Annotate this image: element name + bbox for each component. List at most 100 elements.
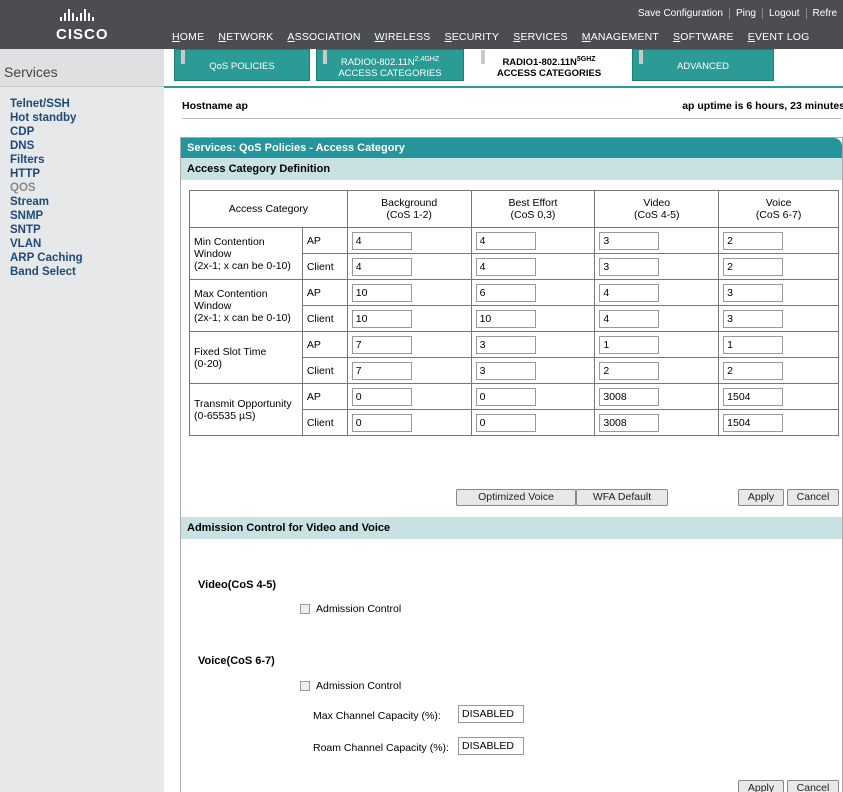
admission-apply-button[interactable]: Apply — [738, 780, 784, 792]
sidebar-item-vlan[interactable]: VLAN — [10, 237, 83, 251]
sidebar-item-stream[interactable]: Stream — [10, 195, 83, 209]
sidebar-item-hot-standby[interactable]: Hot standby — [10, 111, 83, 125]
min-cw-client-video-input[interactable] — [599, 257, 660, 276]
tab-notch — [639, 50, 643, 64]
roam-channel-capacity-input[interactable] — [458, 737, 524, 755]
sidebar-item-http[interactable]: HTTP — [10, 167, 83, 181]
cisco-logo: CISCO — [0, 0, 170, 49]
nav-home[interactable]: HOME — [172, 31, 204, 43]
nav-security[interactable]: SECURITY — [445, 31, 500, 43]
table-header-row: Access Category Background (CoS 1-2) Best… — [189, 190, 839, 228]
sidebar-item-dns[interactable]: DNS — [10, 139, 83, 153]
max-cw-client-voice-input[interactable] — [723, 309, 784, 328]
max-cw-ap-video-input[interactable] — [599, 283, 660, 302]
slot-client-voice-input[interactable] — [723, 361, 784, 380]
max-cw-client-video-input[interactable] — [599, 309, 660, 328]
sidebar-item-band-select[interactable]: Band Select — [10, 265, 83, 279]
min-cw-client-voice-input[interactable] — [723, 257, 784, 276]
min-cw-ap-background-input[interactable] — [351, 231, 412, 250]
nav-network[interactable]: NETWORK — [218, 31, 273, 43]
optimized-voice-button[interactable]: Optimized Voice — [456, 489, 576, 506]
sidebar-item-cdp[interactable]: CDP — [10, 125, 83, 139]
voice-admission-checkbox[interactable] — [300, 681, 310, 691]
txop-ap-voice-input[interactable] — [723, 387, 784, 406]
slot-ap-background-input[interactable] — [351, 335, 412, 354]
min-cw-ap-voice-input[interactable] — [723, 231, 784, 250]
admission-section-title: Admission Control for Video and Voice — [181, 517, 842, 539]
row-ap-label: AP — [301, 279, 348, 306]
max-channel-capacity-label: Max Channel Capacity (%): — [313, 710, 441, 722]
min-cw-ap-best-effort-input[interactable] — [475, 231, 536, 250]
txop-ap-best-effort-input[interactable] — [475, 387, 536, 406]
max-cw-ap-best-effort-input[interactable] — [475, 283, 536, 302]
sidebar-item-telnet-ssh[interactable]: Telnet/SSH — [10, 97, 83, 111]
max-cw-client-best-effort-input[interactable] — [475, 309, 536, 328]
sidebar-item-filters[interactable]: Filters — [10, 153, 83, 167]
txop-client-best-effort-input[interactable] — [475, 413, 536, 432]
tab-notch — [181, 50, 185, 64]
save-configuration-link[interactable]: Save Configuration — [632, 8, 729, 19]
tab-radio0-access-categories[interactable]: RADIO0-802.11N2.4GHZ ACCESS CATEGORIES — [316, 49, 464, 81]
max-cw-ap-background-input[interactable] — [351, 283, 412, 302]
row-client-label: Client — [301, 357, 348, 384]
cancel-button[interactable]: Cancel — [787, 489, 839, 506]
sidebar-item-snmp[interactable]: SNMP — [10, 209, 83, 223]
nav-management[interactable]: MANAGEMENT — [582, 31, 659, 43]
row-label-fixed-slot: Fixed Slot Time (0-20) — [189, 331, 303, 384]
row-client-label: Client — [301, 253, 348, 280]
txop-ap-background-input[interactable] — [351, 387, 412, 406]
sidebar-title: Services — [0, 49, 164, 87]
cisco-wordmark: CISCO — [56, 26, 109, 43]
column-header-access-category: Access Category — [189, 190, 348, 228]
table-row: Fixed Slot Time (0-20) AP — [189, 331, 839, 384]
top-links: Save Configuration Ping Logout Refre — [632, 8, 843, 19]
row-label-min-cw: Min Contention Window (2x-1; x can be 0-… — [189, 227, 303, 280]
txop-client-video-input[interactable] — [599, 413, 660, 432]
tab-advanced[interactable]: ADVANCED — [632, 49, 774, 81]
uptime-label: ap uptime is 6 hours, 23 minutes — [682, 100, 843, 112]
video-admission-checkbox[interactable] — [300, 604, 310, 614]
wfa-default-button[interactable]: WFA Default — [576, 489, 668, 506]
table-row: Max Contention Window (2x-1; x can be 0-… — [189, 279, 839, 332]
min-cw-ap-video-input[interactable] — [599, 231, 660, 250]
slot-client-video-input[interactable] — [599, 361, 660, 380]
txop-client-background-input[interactable] — [351, 413, 412, 432]
nav-wireless[interactable]: WIRELESS — [375, 31, 431, 43]
min-cw-client-best-effort-input[interactable] — [475, 257, 536, 276]
max-cw-client-background-input[interactable] — [351, 309, 412, 328]
tab-notch — [481, 50, 485, 64]
nav-software[interactable]: SOFTWARE — [673, 31, 734, 43]
tab-radio1-access-categories[interactable]: RADIO1-802.11N5GHZ ACCESS CATEGORIES — [474, 49, 624, 81]
nav-association[interactable]: ASSOCIATION — [287, 31, 360, 43]
nav-services[interactable]: SERVICES — [513, 31, 568, 43]
sidebar-item-arp-caching[interactable]: ARP Caching — [10, 251, 83, 265]
row-label-txop: Transmit Opportunity (0-65535 µS) — [189, 383, 303, 436]
sidebar-item-qos[interactable]: QOS — [10, 181, 83, 195]
admission-cancel-button[interactable]: Cancel — [787, 780, 839, 792]
refresh-link[interactable]: Refre — [805, 8, 843, 19]
slot-client-background-input[interactable] — [351, 361, 412, 380]
max-cw-ap-voice-input[interactable] — [723, 283, 784, 302]
acd-section-title: Access Category Definition — [181, 158, 842, 180]
ping-link[interactable]: Ping — [728, 8, 762, 19]
slot-ap-voice-input[interactable] — [723, 335, 784, 354]
slot-ap-best-effort-input[interactable] — [475, 335, 536, 354]
max-channel-capacity-input[interactable] — [458, 705, 524, 723]
txop-ap-video-input[interactable] — [599, 387, 660, 406]
top-header: CISCO Save Configuration Ping Logout Refre … — [0, 0, 843, 49]
txop-client-voice-input[interactable] — [723, 413, 784, 432]
roam-channel-capacity-label: Roam Channel Capacity (%): — [313, 742, 449, 754]
column-header-background: Background (CoS 1-2) — [346, 190, 472, 228]
apply-button[interactable]: Apply — [738, 489, 784, 506]
slot-ap-video-input[interactable] — [599, 335, 660, 354]
sub-tabs: QoS POLICIES RADIO0-802.11N2.4GHZ ACCESS… — [164, 49, 843, 87]
nav-event-log[interactable]: EVENT LOG — [748, 31, 810, 43]
row-client-label: Client — [301, 305, 348, 332]
tab-qos-policies[interactable]: QoS POLICIES — [174, 49, 310, 81]
logout-link[interactable]: Logout — [761, 8, 806, 19]
sidebar-item-sntp[interactable]: SNTP — [10, 223, 83, 237]
slot-client-best-effort-input[interactable] — [475, 361, 536, 380]
table-row: Transmit Opportunity (0-65535 µS) AP — [189, 383, 839, 436]
min-cw-client-background-input[interactable] — [351, 257, 412, 276]
tabs-underline — [164, 86, 843, 88]
